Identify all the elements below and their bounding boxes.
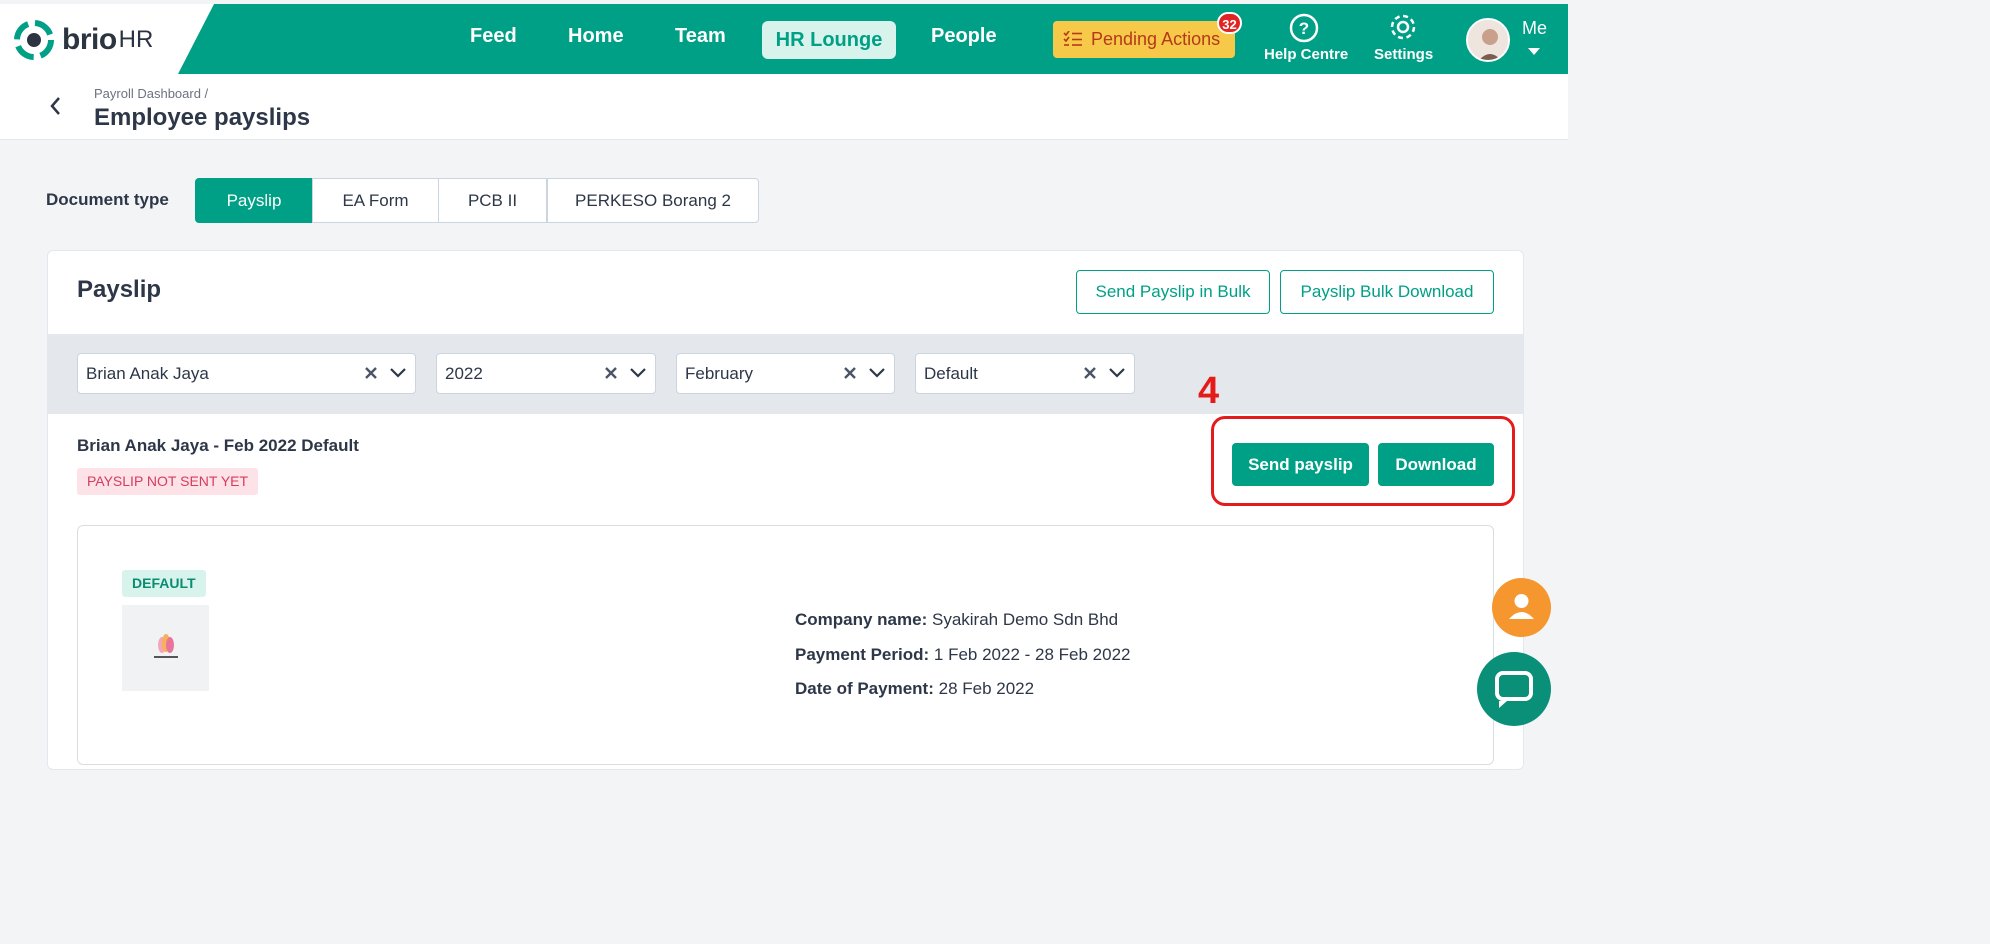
svg-text:?: ? [1299, 19, 1309, 38]
month-select-value: February [685, 364, 754, 383]
tab-pcb-ii[interactable]: PCB II [438, 178, 547, 223]
year-select[interactable]: 2022 [436, 353, 656, 394]
user-support-button[interactable] [1492, 578, 1551, 637]
chevron-down-icon[interactable] [868, 366, 886, 380]
chevron-down-icon[interactable] [389, 366, 407, 380]
nav-people[interactable]: People [931, 25, 997, 48]
brio-logo[interactable]: brio HR [14, 20, 153, 60]
pending-count-badge: 32 [1217, 12, 1242, 34]
template-select[interactable]: Default [915, 353, 1135, 394]
tab-perkeso-borang-2[interactable]: PERKESO Borang 2 [547, 178, 759, 223]
company-name-row: Company name: Syakirah Demo Sdn Bhd [795, 610, 1118, 630]
step-number-annotation: 4 [1198, 370, 1220, 412]
payment-period-value: 1 Feb 2022 - 28 Feb 2022 [933, 645, 1131, 664]
user-icon [1509, 594, 1534, 619]
clear-icon[interactable] [603, 365, 619, 381]
payment-date-label: Date of Payment: [795, 679, 934, 698]
checklist-icon [1063, 31, 1082, 46]
card-title: Payslip [77, 276, 162, 303]
year-select-value: 2022 [445, 364, 483, 383]
settings-gear-icon[interactable] [1387, 11, 1419, 43]
download-button[interactable]: Download [1378, 443, 1494, 486]
chevron-down-icon[interactable] [1108, 366, 1126, 380]
brand-name: brio [62, 23, 117, 56]
chevron-down-icon[interactable] [1528, 48, 1540, 56]
user-avatar[interactable] [1466, 18, 1510, 62]
flower-logo-icon [154, 634, 178, 658]
tab-payslip[interactable]: Payslip [195, 178, 313, 223]
send-payslip-button[interactable]: Send payslip [1232, 443, 1369, 486]
brand-suffix: HR [118, 26, 154, 53]
company-name-label: Company name: [795, 610, 928, 629]
help-icon[interactable]: ? [1288, 12, 1320, 44]
page-header: Payroll Dashboard / Employee payslips [0, 74, 1568, 140]
nav-feed[interactable]: Feed [470, 25, 517, 48]
chat-button[interactable] [1477, 652, 1551, 726]
nav-hr-lounge[interactable]: HR Lounge [762, 21, 896, 59]
send-payslip-bulk-button[interactable]: Send Payslip in Bulk [1076, 270, 1270, 314]
payslip-preview [77, 525, 1494, 765]
nav-home[interactable]: Home [568, 25, 624, 48]
settings-label[interactable]: Settings [1374, 46, 1433, 63]
company-name-value: Syakirah Demo Sdn Bhd [931, 610, 1119, 629]
back-arrow-icon[interactable] [46, 94, 66, 118]
tab-ea-form[interactable]: EA Form [312, 178, 439, 223]
company-logo [122, 605, 209, 691]
default-tag: DEFAULT [122, 570, 206, 597]
breadcrumb[interactable]: Payroll Dashboard / [94, 86, 208, 101]
payment-period-row: Payment Period: 1 Feb 2022 - 28 Feb 2022 [795, 645, 1130, 665]
payment-date-value: 28 Feb 2022 [938, 679, 1035, 698]
month-select[interactable]: February [676, 353, 895, 394]
pending-actions-label: Pending Actions [1091, 29, 1221, 49]
clear-icon[interactable] [363, 365, 379, 381]
clear-icon[interactable] [1082, 365, 1098, 381]
pending-actions-button[interactable]: Pending Actions [1053, 21, 1235, 58]
brio-logo-icon [14, 20, 54, 60]
document-type-label: Document type [46, 190, 169, 209]
template-select-value: Default [924, 364, 978, 383]
nav-team[interactable]: Team [675, 25, 726, 48]
me-label[interactable]: Me [1522, 18, 1547, 39]
payslip-bulk-download-button[interactable]: Payslip Bulk Download [1280, 270, 1494, 314]
payment-period-label: Payment Period: [795, 645, 930, 664]
status-badge: PAYSLIP NOT SENT YET [77, 468, 259, 495]
chevron-down-icon[interactable] [629, 366, 647, 380]
chat-icon [1495, 671, 1533, 708]
clear-icon[interactable] [842, 365, 858, 381]
employee-select-value: Brian Anak Jaya [86, 364, 209, 383]
payslip-title: Brian Anak Jaya - Feb 2022 Default [77, 436, 359, 455]
page-title: Employee payslips [94, 104, 311, 131]
payment-date-row: Date of Payment: 28 Feb 2022 [795, 679, 1034, 699]
help-centre-label[interactable]: Help Centre [1264, 46, 1348, 63]
employee-select[interactable]: Brian Anak Jaya [77, 353, 416, 394]
